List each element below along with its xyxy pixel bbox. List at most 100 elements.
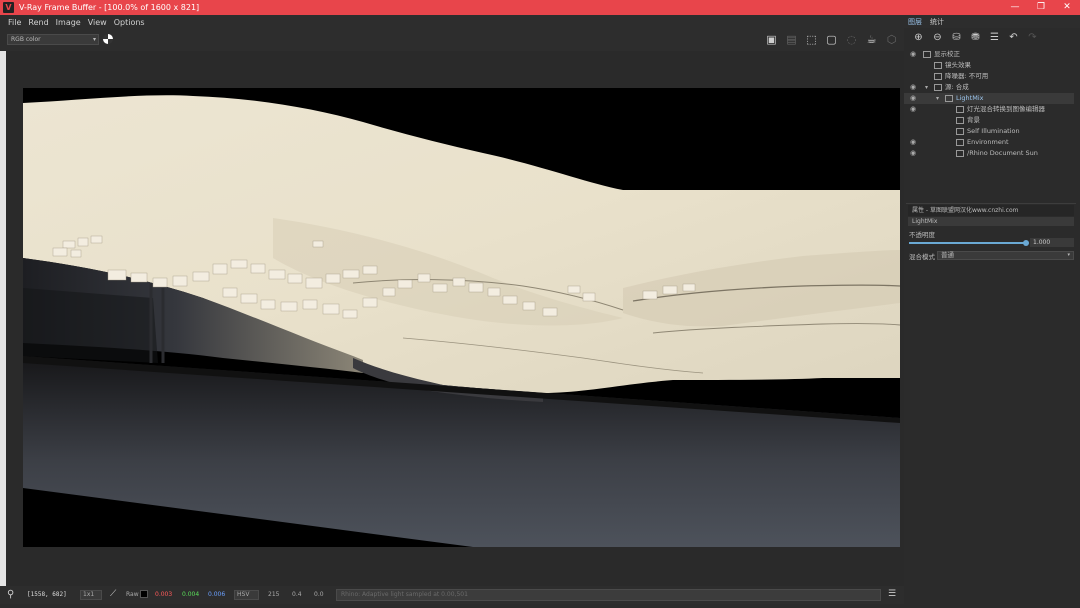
channel-select-value: RGB color xyxy=(11,36,41,43)
render-icon[interactable]: ◌ xyxy=(844,32,859,47)
tab-layers[interactable]: 图层 xyxy=(908,17,922,27)
layer-label: 降噪器: 不可用 xyxy=(945,72,989,80)
render-viewport[interactable] xyxy=(0,51,904,586)
opacity-slider-handle[interactable] xyxy=(1023,240,1029,246)
layer-row[interactable]: Self Illumination xyxy=(904,126,1074,137)
color-picker-icon[interactable] xyxy=(103,34,113,44)
title-bar: V V-Ray Frame Buffer - [100.0% of 1600 x… xyxy=(0,0,1080,15)
save-icon[interactable]: ▣ xyxy=(764,32,779,47)
properties-title: 属性 - 草图联盟网汉化www.cnzhi.com xyxy=(908,205,1074,216)
layer-row[interactable]: ◉ ▾ 源: 合成 xyxy=(904,82,1074,93)
save-layers-icon[interactable]: ⛁ xyxy=(948,31,965,45)
layer-tools: ⊕ ⊖ ⛁ ⛃ ☰ ↶ ↷ xyxy=(910,31,1043,45)
blend-mode-label: 混合模式 xyxy=(909,253,935,261)
layer-row[interactable]: ◉ 显示校正 xyxy=(904,49,1074,60)
teapot-icon[interactable]: ☕ xyxy=(864,32,879,47)
opacity-input[interactable]: 1.000 xyxy=(1030,238,1074,247)
layer-icon xyxy=(956,139,964,146)
saturation-value: 0.4 xyxy=(292,591,302,598)
channel-select[interactable]: RGB color ▾ xyxy=(7,34,99,45)
eye-icon[interactable]: ◉ xyxy=(910,49,916,60)
menu-options[interactable]: Options xyxy=(114,18,145,27)
layer-row[interactable]: ◉ ▾ LightMix xyxy=(904,93,1074,104)
layer-icon xyxy=(945,95,953,102)
toolbar: RGB color ▾ ▣ ▤ ⬚ ▢ ◌ ☕ ⬡ xyxy=(0,29,904,51)
layer-label: 镜头效果 xyxy=(945,61,971,69)
layer-icon xyxy=(956,117,964,124)
redo-icon[interactable]: ↷ xyxy=(1024,31,1041,45)
undo-icon[interactable]: ↶ xyxy=(1005,31,1022,45)
color-swatch xyxy=(140,590,148,598)
chevron-down-icon: ▾ xyxy=(92,36,96,43)
opacity-slider-fill xyxy=(909,242,1026,244)
vray-logo-icon: V xyxy=(3,2,14,13)
layer-label: Self Illumination xyxy=(967,127,1020,135)
layer-icon xyxy=(934,62,942,69)
pin-icon[interactable]: ⚲ xyxy=(7,589,14,600)
eye-icon[interactable]: ◉ xyxy=(910,104,916,115)
layer-icon xyxy=(956,150,964,157)
vfb-window: V V-Ray Frame Buffer - [100.0% of 1600 x… xyxy=(0,0,1080,608)
properties-layer-name: LightMix xyxy=(908,217,1074,226)
menu-image[interactable]: Image xyxy=(56,18,81,27)
opacity-slider[interactable] xyxy=(909,240,1029,246)
curve-icon[interactable]: ⟋ xyxy=(110,589,116,599)
blend-mode-select[interactable]: 普通 ▾ xyxy=(937,251,1074,260)
layer-label: 灯光混合转换到图像编辑器 xyxy=(967,105,1045,113)
layer-row[interactable]: ◉ 灯光混合转换到图像编辑器 xyxy=(904,104,1074,115)
blue-value: 0.006 xyxy=(208,591,226,598)
panel-tabs: 图层 统计 xyxy=(904,15,1080,28)
layer-icon xyxy=(934,73,942,80)
panel-divider[interactable] xyxy=(906,203,1076,204)
delete-layer-icon[interactable]: ⊖ xyxy=(929,31,946,45)
menu-bar: File Rend Image View Options xyxy=(0,15,904,29)
layer-list-icon[interactable]: ☰ xyxy=(986,31,1003,45)
window-bottom-edge xyxy=(0,604,1080,608)
stop-icon[interactable]: ⬡ xyxy=(884,32,899,47)
eye-icon[interactable]: ◉ xyxy=(910,93,916,104)
red-value: 0.003 xyxy=(155,591,173,598)
pixel-coords: [1558, 682] xyxy=(27,591,67,598)
crop-icon[interactable]: ▢ xyxy=(824,32,839,47)
layer-row[interactable]: 镜头效果 xyxy=(904,60,1074,71)
layer-row[interactable]: 背景 xyxy=(904,115,1074,126)
add-layer-icon[interactable]: ⊕ xyxy=(910,31,927,45)
viewport-edge xyxy=(0,51,6,586)
menu-view[interactable]: View xyxy=(88,18,107,27)
log-icon[interactable]: ☰ xyxy=(888,589,896,599)
layer-label: LightMix xyxy=(956,94,984,102)
expand-icon[interactable]: ▾ xyxy=(925,82,928,93)
raw-label: Raw xyxy=(126,591,139,598)
layers-panel: 图层 统计 ⊕ ⊖ ⛁ ⛃ ☰ ↶ ↷ ◉ 显示校正 镜头效果 降噪器: 不可用… xyxy=(904,15,1080,604)
layer-icon xyxy=(956,106,964,113)
render-tools: ▣ ▤ ⬚ ▢ ◌ ☕ ⬡ xyxy=(759,32,899,47)
layer-label: 源: 合成 xyxy=(945,83,969,91)
minimize-button[interactable]: — xyxy=(1002,0,1028,15)
eye-icon[interactable]: ◉ xyxy=(910,148,916,159)
color-mode-select[interactable]: HSV xyxy=(234,590,259,600)
load-layers-icon[interactable]: ⛃ xyxy=(967,31,984,45)
eye-icon[interactable]: ◉ xyxy=(910,82,916,93)
maximize-button[interactable]: ❐ xyxy=(1028,0,1054,15)
region-icon[interactable]: ⬚ xyxy=(804,32,819,47)
layer-label: /Rhino Document Sun xyxy=(967,149,1038,157)
window-title: V-Ray Frame Buffer - [100.0% of 1600 x 8… xyxy=(19,3,200,12)
opacity-label: 不透明度 xyxy=(909,231,935,239)
tab-stats[interactable]: 统计 xyxy=(930,17,944,27)
chevron-down-icon: ▾ xyxy=(1067,252,1070,258)
status-bar: ⚲ [1558, 682] 1x1 ⟋ Raw 0.003 0.004 0.00… xyxy=(0,586,904,604)
layer-label: Environment xyxy=(967,138,1009,146)
close-button[interactable]: ✕ xyxy=(1054,0,1080,15)
layer-row[interactable]: ◉ /Rhino Document Sun xyxy=(904,148,1074,159)
blend-mode-row: 混合模式 普通 ▾ xyxy=(909,251,1074,261)
menu-file[interactable]: File xyxy=(8,18,21,27)
layer-label: 背景 xyxy=(967,116,980,124)
layer-row[interactable]: 降噪器: 不可用 xyxy=(904,71,1074,82)
eye-icon[interactable]: ◉ xyxy=(910,137,916,148)
rendered-image[interactable] xyxy=(23,88,900,547)
menu-render[interactable]: Rend xyxy=(28,18,48,27)
pick-mode-select[interactable]: 1x1 xyxy=(80,590,102,600)
expand-icon[interactable]: ▾ xyxy=(936,93,939,104)
layer-row[interactable]: ◉ Environment xyxy=(904,137,1074,148)
save-all-icon[interactable]: ▤ xyxy=(784,32,799,47)
